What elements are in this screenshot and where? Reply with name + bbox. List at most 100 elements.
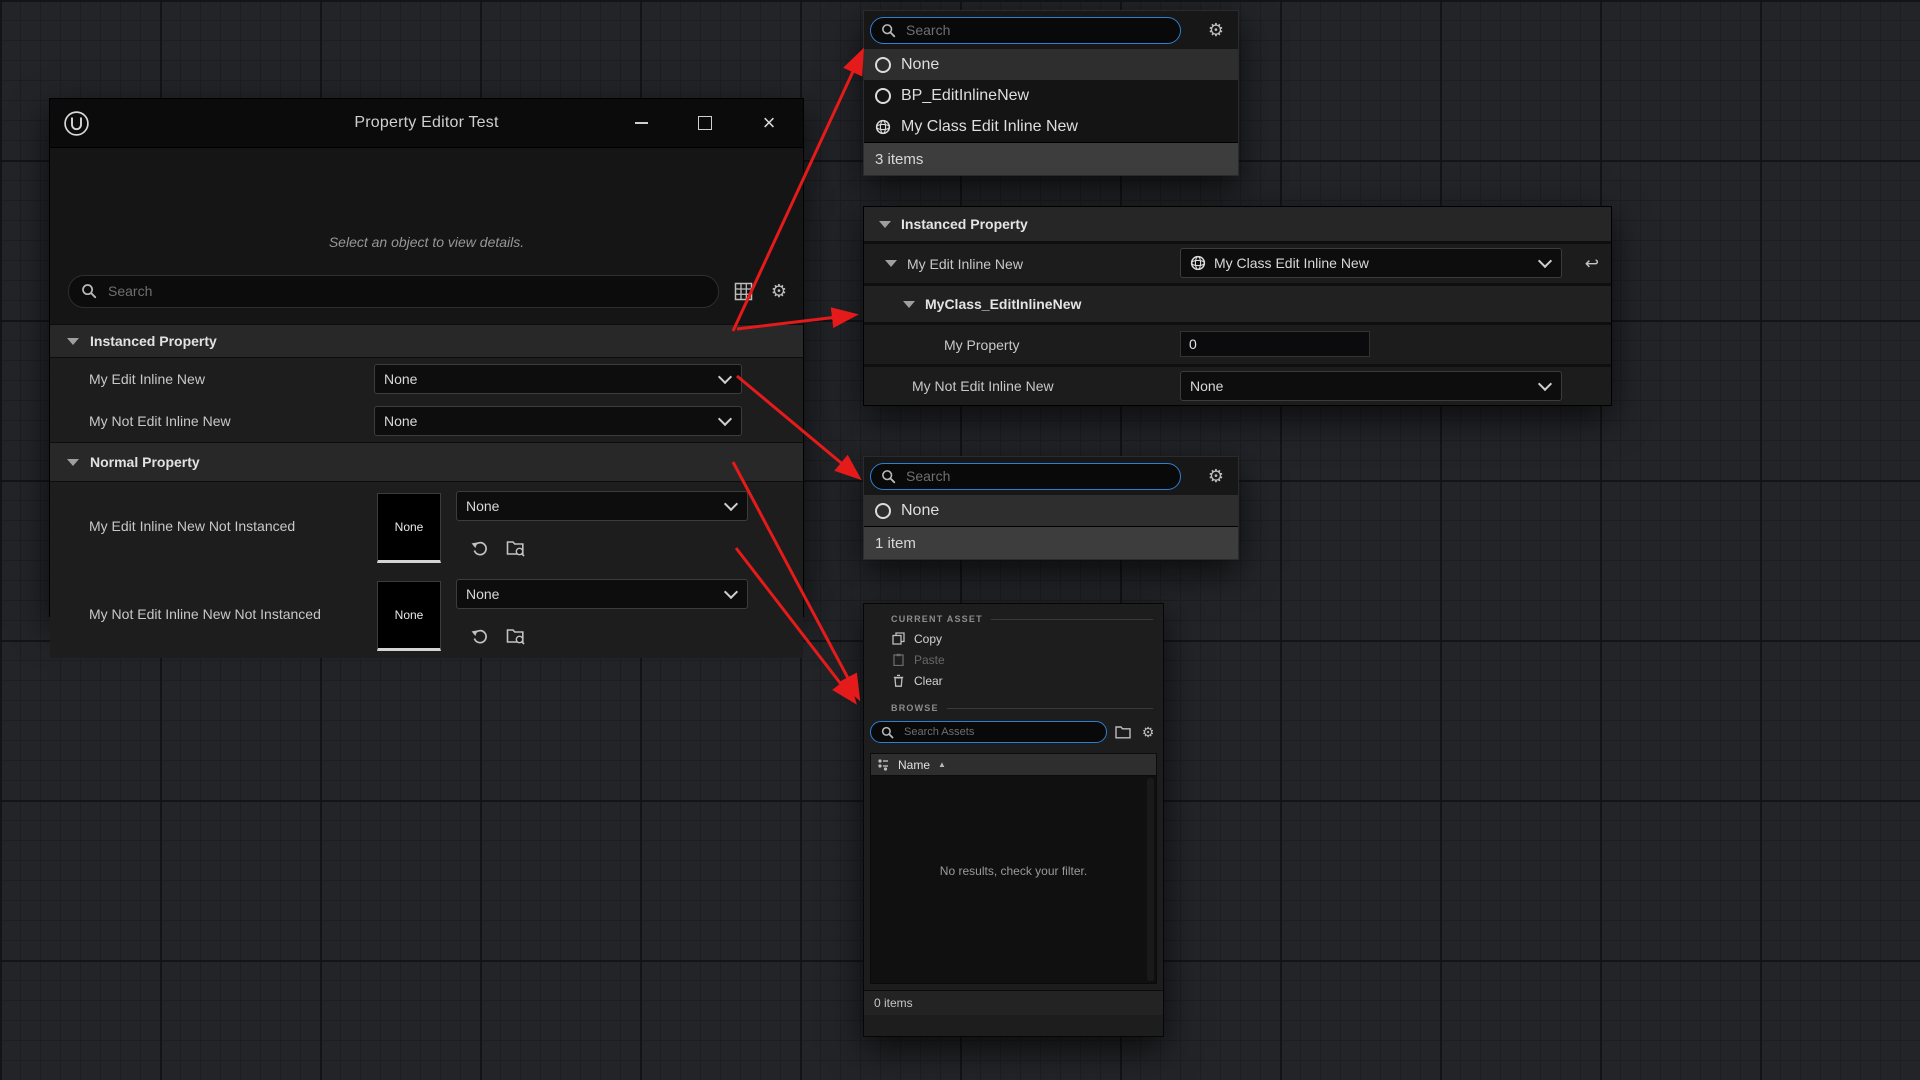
search-field[interactable] — [904, 21, 1170, 39]
asset-picker-popup: CURRENT ASSET Copy Paste Clear BROWSE — [863, 603, 1164, 1037]
column-label: Name — [898, 758, 930, 772]
close-icon: × — [763, 113, 776, 133]
option-label: BP_EditInlineNew — [901, 87, 1029, 105]
use-selected-asset-icon[interactable] — [468, 537, 490, 559]
browse-to-asset-icon[interactable] — [505, 537, 527, 559]
class-option-none[interactable]: None — [864, 49, 1238, 80]
close-button[interactable]: × — [759, 113, 779, 133]
search-field[interactable] — [106, 282, 706, 300]
browse-to-asset-icon[interactable] — [505, 625, 527, 647]
asset-item-count: 0 items — [864, 990, 1163, 1015]
section-instanced-property[interactable]: Instanced Property — [50, 324, 803, 358]
no-results-message: No results, check your filter. — [871, 864, 1156, 878]
class-picker-search-input[interactable] — [870, 17, 1181, 44]
chevron-down-icon — [1538, 377, 1552, 391]
row-my-not-edit-inline-new: My Not Edit Inline New None — [50, 400, 803, 443]
numeric-input[interactable] — [1181, 332, 1369, 356]
settings-gear-icon[interactable]: ⚙ — [1204, 18, 1228, 42]
property-label: My Not Edit Inline New — [912, 378, 1054, 394]
none-picker-search-input[interactable] — [870, 463, 1181, 490]
property-label: My Edit Inline New Not Instanced — [89, 518, 295, 534]
asset-thumbnail[interactable]: None — [377, 581, 441, 651]
details-view: Select an object to view details. ⚙ Inst… — [50, 148, 803, 616]
my-edit-inline-new-dropdown[interactable]: My Class Edit Inline New — [1180, 248, 1562, 278]
use-selected-asset-icon[interactable] — [468, 625, 490, 647]
class-sphere-icon — [1190, 255, 1206, 271]
column-settings-icon — [877, 758, 890, 771]
settings-gear-icon[interactable]: ⚙ — [1204, 464, 1228, 488]
paste-menu-item[interactable]: Paste — [864, 649, 1163, 670]
search-assets-input[interactable] — [870, 721, 1107, 743]
combo-value: None — [1190, 378, 1223, 394]
section-divider — [991, 619, 1153, 620]
asset-thumbnail[interactable]: None — [377, 493, 441, 563]
details-search-input[interactable] — [68, 275, 719, 308]
reset-to-default-icon[interactable]: ↩ — [1585, 254, 1599, 274]
chevron-down-icon — [724, 497, 738, 511]
unreal-logo-icon — [63, 110, 90, 137]
view-options-gear-icon[interactable]: ⚙ — [1139, 723, 1157, 741]
sort-ascending-icon: ▲ — [938, 760, 946, 769]
search-assets-field[interactable] — [902, 725, 1096, 739]
class-picker-popup: ⚙ None BP_EditInlineNew My Class Edit In… — [863, 10, 1239, 176]
name-column-header[interactable]: Name ▲ — [870, 753, 1157, 776]
section-normal-property[interactable]: Normal Property — [50, 442, 803, 482]
class-sphere-icon — [875, 119, 891, 135]
search-field[interactable] — [904, 467, 1170, 485]
section-instanced-property[interactable]: Instanced Property — [864, 207, 1611, 241]
row-my-not-edit-inline-new-expanded: My Not Edit Inline New None — [864, 367, 1611, 405]
chevron-down-icon — [718, 370, 732, 384]
child-object-label: MyClass_EditInlineNew — [925, 296, 1081, 312]
row-myclass-editinlinenew[interactable]: MyClass_EditInlineNew — [864, 286, 1611, 322]
chevron-down-icon — [1538, 254, 1552, 268]
minimize-icon — [635, 122, 648, 124]
maximize-icon — [698, 116, 712, 130]
none-picker-popup: ⚙ None 1 item — [863, 456, 1239, 560]
combo-value: None — [466, 586, 499, 602]
row-my-edit-inline-new-not-instanced: My Edit Inline New Not Instanced None No… — [50, 482, 803, 571]
property-label: My Not Edit Inline New Not Instanced — [89, 606, 321, 622]
expander-arrow-icon[interactable] — [903, 301, 915, 308]
copy-menu-item[interactable]: Copy — [864, 628, 1163, 649]
my-not-edit-inline-new-dropdown[interactable]: None — [1180, 371, 1562, 401]
window-titlebar[interactable]: Property Editor Test × — [50, 99, 803, 148]
expander-arrow-icon[interactable] — [67, 459, 79, 466]
class-picker-item-count: 3 items — [864, 142, 1238, 175]
expander-arrow-icon[interactable] — [885, 260, 897, 267]
paste-icon — [891, 653, 905, 667]
menu-item-label: Clear — [914, 674, 943, 688]
combo-value: My Class Edit Inline New — [1214, 255, 1369, 271]
class-circle-icon — [875, 503, 891, 519]
asset-list-area: No results, check your filter. — [870, 776, 1157, 984]
property-matrix-icon[interactable] — [731, 279, 755, 303]
menu-item-label: Copy — [914, 632, 942, 646]
current-asset-section-label: CURRENT ASSET — [891, 614, 983, 624]
browse-section-label: BROWSE — [891, 703, 939, 713]
combo-value: None — [466, 498, 499, 514]
folder-filter-icon[interactable] — [1114, 723, 1132, 741]
my-edit-inline-new-dropdown[interactable]: None — [374, 364, 742, 394]
thumbnail-label: None — [395, 608, 424, 622]
asset-dropdown[interactable]: None — [456, 491, 748, 521]
my-not-edit-inline-new-dropdown[interactable]: None — [374, 406, 742, 436]
section-label: Normal Property — [90, 454, 200, 470]
scrollbar-track[interactable] — [1147, 778, 1154, 981]
menu-item-label: Paste — [914, 653, 945, 667]
class-option-my-class-edit-inline-new[interactable]: My Class Edit Inline New — [864, 111, 1238, 142]
row-my-not-edit-inline-new-not-instanced: My Not Edit Inline New Not Instanced Non… — [50, 570, 803, 658]
none-picker-item-count: 1 item — [864, 526, 1238, 559]
my-property-value-field[interactable] — [1180, 331, 1370, 357]
row-my-property: My Property — [864, 325, 1611, 364]
class-option-none[interactable]: None — [864, 495, 1238, 526]
clear-menu-item[interactable]: Clear — [864, 670, 1163, 691]
class-option-bp-editinlinenew[interactable]: BP_EditInlineNew — [864, 80, 1238, 111]
minimize-button[interactable] — [631, 113, 651, 133]
maximize-button[interactable] — [695, 113, 715, 133]
section-label: Instanced Property — [90, 333, 217, 349]
clear-trash-icon — [891, 674, 905, 688]
settings-gear-icon[interactable]: ⚙ — [767, 279, 791, 303]
asset-dropdown[interactable]: None — [456, 579, 748, 609]
expander-arrow-icon[interactable] — [879, 221, 891, 228]
copy-icon — [891, 632, 905, 646]
expander-arrow-icon[interactable] — [67, 338, 79, 345]
